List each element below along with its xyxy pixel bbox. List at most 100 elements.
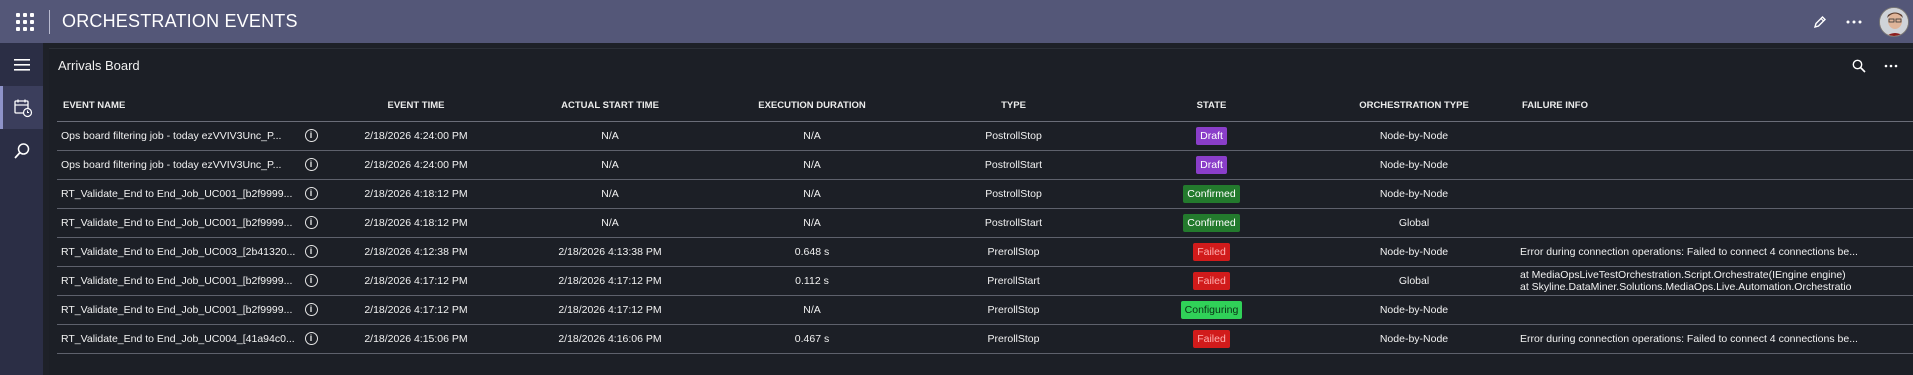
actual-start-time-cell: 2/18/2026 4:17:12 PM bbox=[512, 295, 708, 325]
header-divider bbox=[49, 9, 50, 34]
apps-grid-icon[interactable] bbox=[0, 0, 49, 43]
arrivals-board-panel: Arrivals Board EVENT NAME EVENT TIME ACT… bbox=[49, 48, 1913, 375]
type-cell: PrerollStart bbox=[916, 266, 1111, 296]
failure-info-cell bbox=[1516, 121, 1913, 151]
col-execution-duration[interactable]: EXECUTION DURATION bbox=[708, 91, 916, 122]
col-type[interactable]: TYPE bbox=[916, 91, 1111, 122]
col-event-name[interactable]: EVENT NAME bbox=[57, 91, 302, 122]
col-failure-info[interactable]: FAILURE INFO bbox=[1516, 91, 1913, 122]
type-cell: PrerollStop bbox=[916, 324, 1111, 354]
type-cell: PrerollStop bbox=[916, 237, 1111, 267]
table-row[interactable]: RT_Validate_End to End_Job_UC003_[2b4132… bbox=[57, 237, 1913, 267]
table-header-row: EVENT NAME EVENT TIME ACTUAL START TIME … bbox=[57, 91, 1913, 122]
app-header: ORCHESTRATION EVENTS bbox=[0, 0, 1913, 43]
execution-duration-cell: N/A bbox=[708, 208, 916, 238]
table-row[interactable]: Ops board filtering job - today ezVVIV3U… bbox=[57, 150, 1913, 180]
info-icon[interactable]: i bbox=[304, 274, 318, 287]
failure-info-cell bbox=[1516, 208, 1913, 238]
col-info bbox=[302, 91, 320, 122]
calendar-clock-icon[interactable] bbox=[0, 86, 43, 129]
event-time-cell: 2/18/2026 4:24:00 PM bbox=[320, 150, 512, 180]
col-orchestration-type[interactable]: ORCHESTRATION TYPE bbox=[1312, 91, 1516, 122]
search-icon[interactable] bbox=[0, 129, 43, 172]
execution-duration-cell: N/A bbox=[708, 121, 916, 151]
info-icon[interactable]: i bbox=[304, 245, 318, 258]
state-cell: Configuring bbox=[1111, 295, 1312, 325]
info-icon[interactable]: i bbox=[304, 332, 318, 345]
event-name-cell: Ops board filtering job - today ezVVIV3U… bbox=[57, 150, 302, 180]
type-cell: PrerollStop bbox=[916, 295, 1111, 325]
table-row[interactable]: RT_Validate_End to End_Job_UC004_[41a94c… bbox=[57, 324, 1913, 354]
state-cell: Failed bbox=[1111, 324, 1312, 354]
search-icon[interactable] bbox=[1843, 53, 1875, 79]
failure-info-cell: Error during connection operations: Fail… bbox=[1516, 324, 1913, 354]
actual-start-time-cell: N/A bbox=[512, 179, 708, 209]
status-badge: Failed bbox=[1193, 242, 1230, 261]
event-name-cell: RT_Validate_End to End_Job_UC001_[b2f999… bbox=[57, 266, 302, 296]
header-actions bbox=[1803, 0, 1909, 43]
actual-start-time-cell: N/A bbox=[512, 150, 708, 180]
orchestration-type-cell: Node-by-Node bbox=[1312, 150, 1516, 180]
actual-start-time-cell: N/A bbox=[512, 208, 708, 238]
event-time-cell: 2/18/2026 4:18:12 PM bbox=[320, 179, 512, 209]
info-cell: i bbox=[302, 208, 320, 238]
app-title: ORCHESTRATION EVENTS bbox=[62, 11, 298, 31]
orchestration-type-cell: Global bbox=[1312, 208, 1516, 238]
table-row[interactable]: RT_Validate_End to End_Job_UC001_[b2f999… bbox=[57, 208, 1913, 238]
event-name-cell: RT_Validate_End to End_Job_UC001_[b2f999… bbox=[57, 179, 302, 209]
event-name-cell: RT_Validate_End to End_Job_UC004_[41a94c… bbox=[57, 324, 302, 354]
table-row[interactable]: Ops board filtering job - today ezVVIV3U… bbox=[57, 121, 1913, 151]
events-table: EVENT NAME EVENT TIME ACTUAL START TIME … bbox=[57, 91, 1913, 354]
event-name-cell: Ops board filtering job - today ezVVIV3U… bbox=[57, 121, 302, 151]
orchestration-type-cell: Node-by-Node bbox=[1312, 121, 1516, 151]
execution-duration-cell: 0.112 s bbox=[708, 266, 916, 296]
table-row[interactable]: RT_Validate_End to End_Job_UC001_[b2f999… bbox=[57, 295, 1913, 325]
info-cell: i bbox=[302, 179, 320, 209]
actual-start-time-cell: 2/18/2026 4:13:38 PM bbox=[512, 237, 708, 267]
info-icon[interactable]: i bbox=[304, 129, 318, 142]
failure-info-cell: at MediaOpsLiveTestOrchestration.Script.… bbox=[1516, 266, 1913, 296]
table-row[interactable]: RT_Validate_End to End_Job_UC001_[b2f999… bbox=[57, 266, 1913, 296]
failure-info-cell bbox=[1516, 150, 1913, 180]
info-icon[interactable]: i bbox=[304, 158, 318, 171]
info-cell: i bbox=[302, 295, 320, 325]
avatar[interactable] bbox=[1879, 6, 1909, 37]
failure-info-line: at MediaOpsLiveTestOrchestration.Script.… bbox=[1520, 268, 1846, 281]
execution-duration-cell: 0.648 s bbox=[708, 237, 916, 267]
event-time-cell: 2/18/2026 4:12:38 PM bbox=[320, 237, 512, 267]
event-time-cell: 2/18/2026 4:17:12 PM bbox=[320, 295, 512, 325]
state-cell: Confirmed bbox=[1111, 208, 1312, 238]
state-cell: Failed bbox=[1111, 237, 1312, 267]
status-badge: Configuring bbox=[1180, 300, 1243, 319]
status-badge: Confirmed bbox=[1183, 213, 1240, 232]
event-name-cell: RT_Validate_End to End_Job_UC003_[2b4132… bbox=[57, 237, 302, 267]
actual-start-time-cell: 2/18/2026 4:17:12 PM bbox=[512, 266, 708, 296]
col-event-time[interactable]: EVENT TIME bbox=[320, 91, 512, 122]
col-actual-start-time[interactable]: ACTUAL START TIME bbox=[512, 91, 708, 122]
info-cell: i bbox=[302, 266, 320, 296]
orchestration-type-cell: Node-by-Node bbox=[1312, 295, 1516, 325]
status-badge: Draft bbox=[1196, 126, 1227, 145]
hamburger-menu-icon[interactable] bbox=[0, 43, 43, 86]
more-icon[interactable] bbox=[1875, 53, 1907, 79]
event-time-cell: 2/18/2026 4:18:12 PM bbox=[320, 208, 512, 238]
info-icon[interactable]: i bbox=[304, 216, 318, 229]
more-icon[interactable] bbox=[1837, 0, 1871, 43]
info-cell: i bbox=[302, 121, 320, 151]
col-state[interactable]: STATE bbox=[1111, 91, 1312, 122]
event-time-cell: 2/18/2026 4:15:06 PM bbox=[320, 324, 512, 354]
info-cell: i bbox=[302, 237, 320, 267]
info-icon[interactable]: i bbox=[304, 303, 318, 316]
type-cell: PostrollStop bbox=[916, 179, 1111, 209]
info-icon[interactable]: i bbox=[304, 187, 318, 200]
panel-actions bbox=[1843, 53, 1907, 79]
type-cell: PostrollStop bbox=[916, 121, 1111, 151]
orchestration-type-cell: Node-by-Node bbox=[1312, 324, 1516, 354]
execution-duration-cell: N/A bbox=[708, 150, 916, 180]
panel-title: Arrivals Board bbox=[58, 58, 140, 73]
table-row[interactable]: RT_Validate_End to End_Job_UC001_[b2f999… bbox=[57, 179, 1913, 209]
event-name-cell: RT_Validate_End to End_Job_UC001_[b2f999… bbox=[57, 295, 302, 325]
orchestration-type-cell: Node-by-Node bbox=[1312, 179, 1516, 209]
failure-info-line: at Skyline.DataMiner.Solutions.MediaOps.… bbox=[1520, 280, 1852, 293]
pencil-icon[interactable] bbox=[1803, 0, 1837, 43]
